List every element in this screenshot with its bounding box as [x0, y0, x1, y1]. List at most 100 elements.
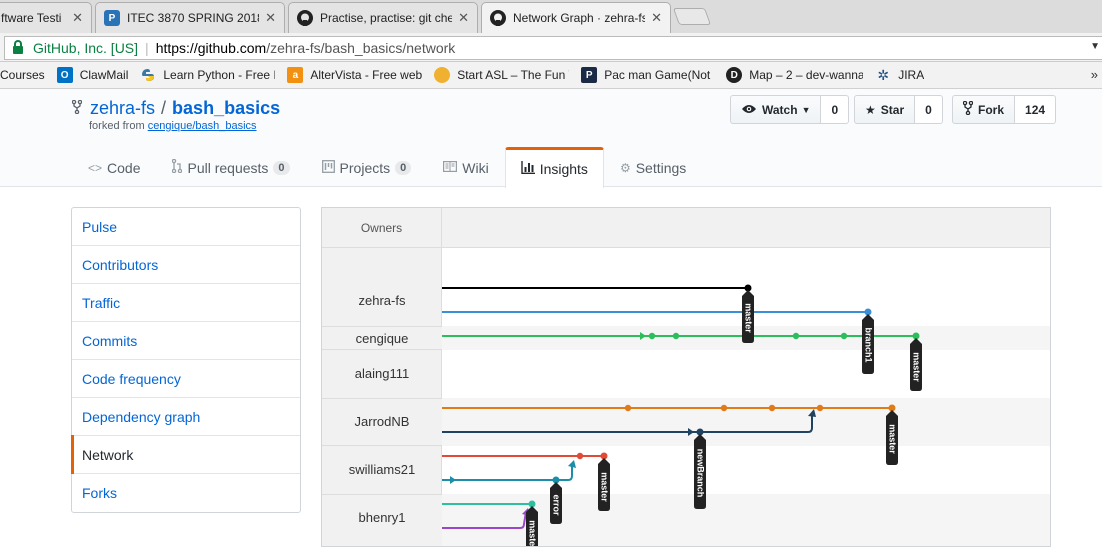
- close-icon[interactable]: ✕: [458, 10, 469, 26]
- projects-count: 0: [395, 160, 412, 175]
- commit-dot[interactable]: [648, 332, 656, 340]
- forked-from-link[interactable]: cengique/bash_basics: [148, 120, 257, 132]
- sidebar-item-code-frequency[interactable]: Code frequency: [72, 360, 300, 398]
- lock-icon: [13, 40, 23, 54]
- watch-button[interactable]: Watch ▼: [730, 95, 822, 124]
- sidebar-item-dependency-graph[interactable]: Dependency graph: [72, 398, 300, 436]
- commit-dot[interactable]: [672, 332, 680, 340]
- commit-dot[interactable]: [624, 404, 632, 412]
- python-icon: [140, 67, 156, 83]
- star-button[interactable]: ★ Star: [854, 95, 916, 124]
- branch-label-text: master: [744, 303, 754, 333]
- branch-label[interactable]: newBranch: [694, 434, 706, 509]
- tab-code-label: Code: [107, 159, 141, 176]
- chevron-down-icon[interactable]: ▼: [1090, 41, 1100, 52]
- bookmark-courses[interactable]: Courses: [0, 68, 45, 82]
- sidebar-item-network[interactable]: Network: [71, 435, 300, 474]
- repo-forked-icon: [71, 99, 84, 117]
- tab-wiki-label: Wiki: [462, 159, 489, 176]
- arrow-icon: [568, 460, 576, 468]
- tab-code[interactable]: <> Code: [72, 147, 156, 187]
- tab-insights[interactable]: Insights: [504, 147, 604, 188]
- branch-label[interactable]: master: [910, 338, 922, 391]
- branch-label-text: error: [552, 494, 562, 516]
- commit-dot[interactable]: [576, 452, 584, 460]
- p-icon: P: [581, 67, 598, 83]
- url-path: /zehra-fs/bash_basics/network: [266, 40, 456, 56]
- sidebar-item-commits[interactable]: Commits: [72, 322, 300, 360]
- forked-from-prefix: forked from: [89, 120, 148, 132]
- sidebar-item-forks[interactable]: Forks: [72, 474, 300, 512]
- watch-label: Watch: [762, 102, 798, 117]
- browser-tab[interactable]: Practise, practise: git che ✕: [288, 2, 478, 33]
- watch-count[interactable]: 0: [821, 95, 850, 124]
- network-graph[interactable]: Owners zehra-fs cengique alaing111 Jarro…: [321, 207, 1051, 547]
- close-icon[interactable]: ✕: [72, 10, 83, 26]
- fork-action: Fork 124: [952, 95, 1057, 124]
- branch-label[interactable]: master: [886, 410, 898, 465]
- commit-dot[interactable]: [720, 404, 728, 412]
- tab-title: Practise, practise: git che: [320, 11, 453, 25]
- p-site-icon: P: [104, 10, 120, 26]
- bookmark-start-asl[interactable]: Start ASL – The Fun W: [434, 67, 569, 83]
- close-icon[interactable]: ✕: [265, 10, 276, 26]
- tab-insights-label: Insights: [539, 161, 588, 177]
- commit-dot[interactable]: [816, 404, 824, 412]
- tab-settings-label: Settings: [635, 159, 687, 176]
- commit-dot[interactable]: [792, 332, 800, 340]
- branch-label[interactable]: master: [598, 458, 610, 511]
- fork-button[interactable]: Fork: [952, 95, 1016, 124]
- fork-label: Fork: [978, 102, 1005, 117]
- bookmark-pacman[interactable]: P Pac man Game(Not c: [581, 67, 714, 83]
- arrow-icon: [450, 476, 456, 484]
- bookmark-clawmail[interactable]: O ClawMail: [56, 67, 128, 83]
- sidebar-item-traffic[interactable]: Traffic: [72, 284, 300, 322]
- more-bookmarks-icon[interactable]: »: [1091, 67, 1098, 82]
- branch-label[interactable]: branch1: [862, 314, 874, 374]
- code-icon: <>: [88, 160, 103, 175]
- star-label: Star: [880, 102, 905, 117]
- repo-header: zehra-fs / bash_basics forked from cengi…: [0, 89, 1102, 188]
- repo-forked-icon: [962, 100, 974, 118]
- browser-tab[interactable]: ftware Testi ✕: [0, 2, 92, 33]
- branch-label-text: master: [888, 424, 898, 454]
- security-label: GitHub, Inc. [US]: [33, 40, 139, 56]
- commit-dot[interactable]: [768, 404, 776, 412]
- commit-dot[interactable]: [840, 332, 848, 340]
- branch-label-text: branch1: [864, 327, 874, 362]
- star-count[interactable]: 0: [915, 95, 943, 124]
- bookmark-map[interactable]: D Map – 2 – dev-wanna: [726, 67, 863, 83]
- tab-title: ftware Testi: [1, 11, 62, 25]
- browser-tab[interactable]: P ITEC 3870 SPRING 2018 ✕: [95, 2, 285, 33]
- forked-from-text: forked from cengique/bash_basics: [89, 120, 257, 132]
- browser-tab-active[interactable]: Network Graph · zehra-fs ✕: [481, 2, 671, 33]
- repo-name-link[interactable]: bash_basics: [172, 98, 280, 119]
- bookmark-learn-python[interactable]: Learn Python - Free Ir: [140, 67, 275, 83]
- fork-count[interactable]: 124: [1015, 95, 1057, 124]
- branch-label[interactable]: master: [526, 506, 538, 547]
- bookmark-jira[interactable]: ✲ JIRA: [875, 67, 924, 83]
- address-bar: GitHub, Inc. [US] | https://github.com/z…: [0, 33, 1102, 62]
- separator: |: [145, 40, 149, 56]
- eye-icon: [741, 103, 757, 117]
- repo-nav: <> Code Pull requests 0 Projects 0 Wiki: [72, 147, 702, 188]
- star-action: ★ Star 0: [854, 95, 943, 124]
- path-separator: /: [161, 98, 167, 118]
- star-icon: ★: [865, 102, 876, 117]
- close-icon[interactable]: ✕: [651, 10, 662, 26]
- repo-owner-link[interactable]: zehra-fs: [90, 98, 155, 119]
- project-icon: [321, 159, 335, 176]
- sidebar-item-pulse[interactable]: Pulse: [72, 208, 300, 246]
- new-tab-button[interactable]: [672, 8, 712, 25]
- tab-wiki[interactable]: Wiki: [427, 147, 504, 187]
- tab-settings[interactable]: ⚙ Settings: [604, 147, 702, 187]
- url-input[interactable]: GitHub, Inc. [US] | https://github.com/z…: [4, 36, 1102, 60]
- branch-label[interactable]: error: [550, 482, 562, 524]
- tab-projects[interactable]: Projects 0: [306, 147, 428, 187]
- sidebar-item-contributors[interactable]: Contributors: [72, 246, 300, 284]
- outlook-icon: O: [56, 67, 73, 83]
- book-icon: [443, 160, 458, 175]
- bookmark-altervista[interactable]: a AlterVista - Free web: [287, 67, 422, 83]
- branch-label[interactable]: master: [742, 290, 754, 343]
- tab-pull-requests[interactable]: Pull requests 0: [156, 147, 305, 187]
